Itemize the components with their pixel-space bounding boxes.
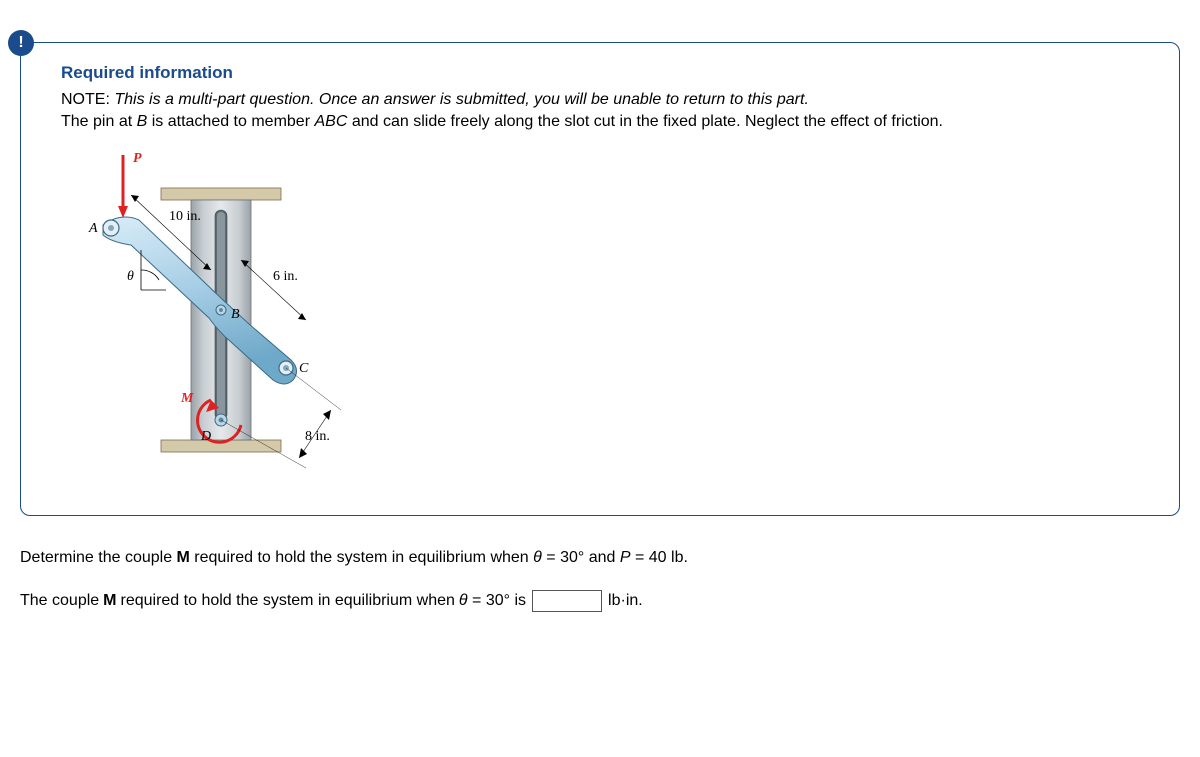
description-text: The pin at B is attached to member ABC a… <box>61 111 1154 133</box>
dim-8in: 8 in. <box>305 429 330 444</box>
label-C: C <box>299 361 309 376</box>
required-heading: Required information <box>61 63 1154 83</box>
a-text: The couple <box>20 592 99 610</box>
note-italic-text: This is a multi-part question. Once an a… <box>114 91 809 108</box>
label-P: P <box>133 151 142 166</box>
mechanism-diagram: P M θ 10 in. 6 in. <box>61 140 341 490</box>
q-M: M <box>177 549 190 566</box>
alert-icon: ! <box>8 30 34 56</box>
answer-line: The couple M required to hold the system… <box>20 590 1180 612</box>
label-theta: θ <box>127 269 134 284</box>
q-text: Determine the couple <box>20 549 177 566</box>
a-theta: θ <box>459 592 468 609</box>
note-label: NOTE: <box>61 91 114 108</box>
answer-unit: lb·in. <box>608 592 643 610</box>
q-text: = 40 lb. <box>631 549 688 566</box>
answer-input[interactable] <box>532 590 602 612</box>
q-theta: θ <box>533 549 542 566</box>
q-text: required to hold the system in equilibri… <box>190 549 533 566</box>
label-B: B <box>231 307 240 322</box>
q-P: P <box>620 549 631 566</box>
q-text: = 30° and <box>542 549 620 566</box>
desc-part: is attached to member <box>147 113 314 130</box>
diagram-container: P M θ 10 in. 6 in. <box>61 140 1154 495</box>
a-text: required to hold the system in equilibri… <box>121 592 455 610</box>
info-box: ! Required information NOTE: This is a m… <box>20 42 1180 516</box>
label-D: D <box>200 429 211 444</box>
dim-10in: 10 in. <box>169 209 201 224</box>
a-text: = 30° is <box>468 592 526 609</box>
dim-6in: 6 in. <box>273 269 298 284</box>
desc-part: and can slide freely along the slot cut … <box>347 113 943 130</box>
desc-B: B <box>137 113 148 130</box>
label-A: A <box>88 221 98 236</box>
note-line: NOTE: This is a multi-part question. Onc… <box>61 89 1154 111</box>
desc-ABC: ABC <box>314 113 347 130</box>
desc-part: The pin at <box>61 113 137 130</box>
label-M: M <box>180 391 194 406</box>
a-M: M <box>103 592 116 610</box>
question-prompt: Determine the couple M required to hold … <box>20 546 1180 570</box>
